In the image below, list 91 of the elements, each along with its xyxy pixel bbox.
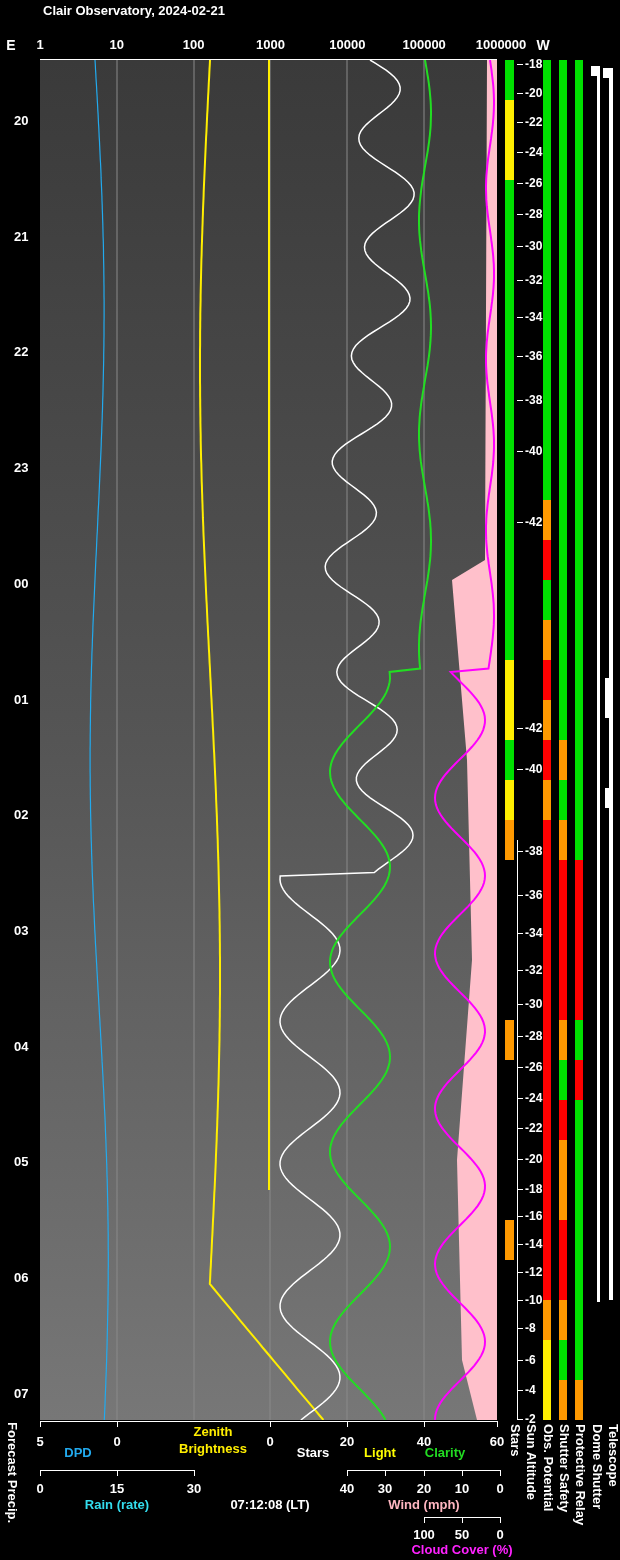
column-label: Stars bbox=[509, 1424, 522, 1457]
axis-tick-label: 1 bbox=[36, 38, 44, 51]
axis-tick-label: 10 bbox=[109, 38, 125, 51]
chart-title: Clair Observatory, 2024-02-21 bbox=[43, 4, 225, 17]
sun-altitude-label: -36 bbox=[525, 889, 543, 901]
sun-altitude-label: -24 bbox=[525, 1092, 543, 1104]
axis-title: Wind (mph) bbox=[388, 1498, 460, 1511]
column-label: Shutter Safety bbox=[557, 1424, 571, 1513]
hour-label: 00 bbox=[14, 576, 29, 590]
hour-label: 21 bbox=[14, 229, 29, 243]
axis-label: W bbox=[536, 38, 550, 52]
axis-tick-label: 60 bbox=[489, 1435, 505, 1448]
axis-tick-label: 1000000 bbox=[475, 38, 527, 51]
sun-altitude-label: -32 bbox=[525, 274, 543, 286]
hour-label: 05 bbox=[14, 1155, 29, 1169]
column-label: Sun Altitude bbox=[525, 1424, 539, 1501]
sun-altitude-label: -18 bbox=[525, 58, 543, 70]
time-label: 07:12:08 (LT) bbox=[230, 1498, 310, 1511]
sun-altitude-label: -36 bbox=[525, 350, 543, 362]
sun-altitude-label: -2 bbox=[525, 1413, 536, 1425]
axis-tick-label: 100 bbox=[182, 38, 205, 51]
sun-altitude-label: -42 bbox=[525, 516, 543, 528]
axis-title: Stars bbox=[296, 1446, 330, 1459]
sun-altitude-label: -10 bbox=[525, 1294, 543, 1306]
axis-tick-label: 20 bbox=[339, 1435, 355, 1448]
hour-label: 20 bbox=[14, 114, 29, 127]
axis-title: DPD bbox=[64, 1446, 92, 1459]
axis-tick-label: 40 bbox=[339, 1482, 355, 1495]
axis-title: Cloud Cover (%) bbox=[411, 1543, 513, 1556]
hour-label: 02 bbox=[14, 808, 29, 822]
axis-title: Light bbox=[364, 1446, 396, 1459]
axis-tick-label: 5 bbox=[36, 1435, 44, 1448]
sun-altitude-label: -26 bbox=[525, 1061, 543, 1073]
axis-tick-label: 30 bbox=[186, 1482, 202, 1495]
hour-label: 23 bbox=[14, 461, 29, 475]
column-label: Protective Relay bbox=[574, 1424, 588, 1526]
hour-label: 07 bbox=[14, 1386, 29, 1400]
axis-tick-label: 0 bbox=[496, 1528, 504, 1541]
axis-label: E bbox=[6, 38, 16, 52]
hour-label: 04 bbox=[14, 1039, 29, 1053]
axis-tick-label: 30 bbox=[377, 1482, 393, 1495]
sun-altitude-label: -34 bbox=[525, 311, 543, 323]
axis-tick-label: 50 bbox=[454, 1528, 470, 1541]
hour-label: 06 bbox=[14, 1271, 29, 1284]
axis-tick-label: 0 bbox=[113, 1435, 121, 1448]
axis-tick-label: 10 bbox=[454, 1482, 470, 1495]
hour-label: 03 bbox=[14, 923, 29, 937]
sun-altitude-label: -12 bbox=[525, 1266, 543, 1278]
sun-altitude-label: -26 bbox=[525, 177, 543, 189]
axis-title: Zenith bbox=[193, 1425, 233, 1438]
axis-title: Brightness bbox=[179, 1442, 247, 1455]
sun-altitude-label: -16 bbox=[525, 1210, 543, 1222]
axis-title: Clarity bbox=[424, 1446, 466, 1459]
sun-altitude-label: -30 bbox=[525, 998, 543, 1010]
sun-altitude-label: -4 bbox=[525, 1384, 536, 1396]
axis-tick-label: 15 bbox=[109, 1482, 125, 1495]
sun-altitude-label: -38 bbox=[525, 394, 543, 406]
axis-title: Rain (rate) bbox=[84, 1498, 150, 1511]
hour-label: 22 bbox=[14, 345, 29, 359]
sun-altitude-label: -30 bbox=[525, 240, 543, 252]
sun-altitude-label: -6 bbox=[525, 1354, 536, 1366]
sun-altitude-label: -20 bbox=[525, 1153, 543, 1165]
sun-altitude-label: -28 bbox=[525, 1030, 543, 1042]
sun-altitude-label: -18 bbox=[525, 1183, 543, 1195]
axis-tick-label: 20 bbox=[416, 1482, 432, 1495]
sun-altitude-label: -24 bbox=[525, 146, 543, 158]
axis-tick-label: 10000 bbox=[329, 38, 366, 51]
column-label: Telescope bbox=[606, 1424, 620, 1487]
axis-tick-label: 0 bbox=[496, 1482, 504, 1495]
axis-tick-label: 0 bbox=[36, 1482, 44, 1495]
axis-tick-label: 40 bbox=[416, 1435, 432, 1448]
sun-altitude-label: -8 bbox=[525, 1322, 536, 1334]
sun-altitude-label: -22 bbox=[525, 1122, 543, 1134]
sun-altitude-label: -20 bbox=[525, 87, 543, 99]
vertical-axis-title: Forecast Precip. bbox=[6, 1422, 19, 1524]
axis-tick-label: 1000 bbox=[256, 38, 285, 51]
axis-tick-label: 100 bbox=[413, 1528, 435, 1541]
column-label: Dome Shutter bbox=[590, 1424, 604, 1510]
sun-altitude-label: -22 bbox=[525, 116, 543, 128]
sun-altitude-label: -14 bbox=[525, 1238, 543, 1250]
sun-altitude-label: -40 bbox=[525, 445, 543, 457]
sun-altitude-label: -38 bbox=[525, 845, 543, 857]
sun-altitude-label: -28 bbox=[525, 208, 543, 220]
sun-altitude-label: -42 bbox=[525, 722, 543, 734]
hour-label: 01 bbox=[14, 692, 29, 706]
column-label: Obs. Potential bbox=[541, 1424, 555, 1512]
axis-tick-label: 100000 bbox=[402, 38, 446, 51]
axis-tick-label: 0 bbox=[266, 1435, 274, 1448]
sun-altitude-label: -40 bbox=[525, 763, 543, 775]
sun-altitude-label: -34 bbox=[525, 927, 543, 939]
sun-altitude-label: -32 bbox=[525, 964, 543, 976]
